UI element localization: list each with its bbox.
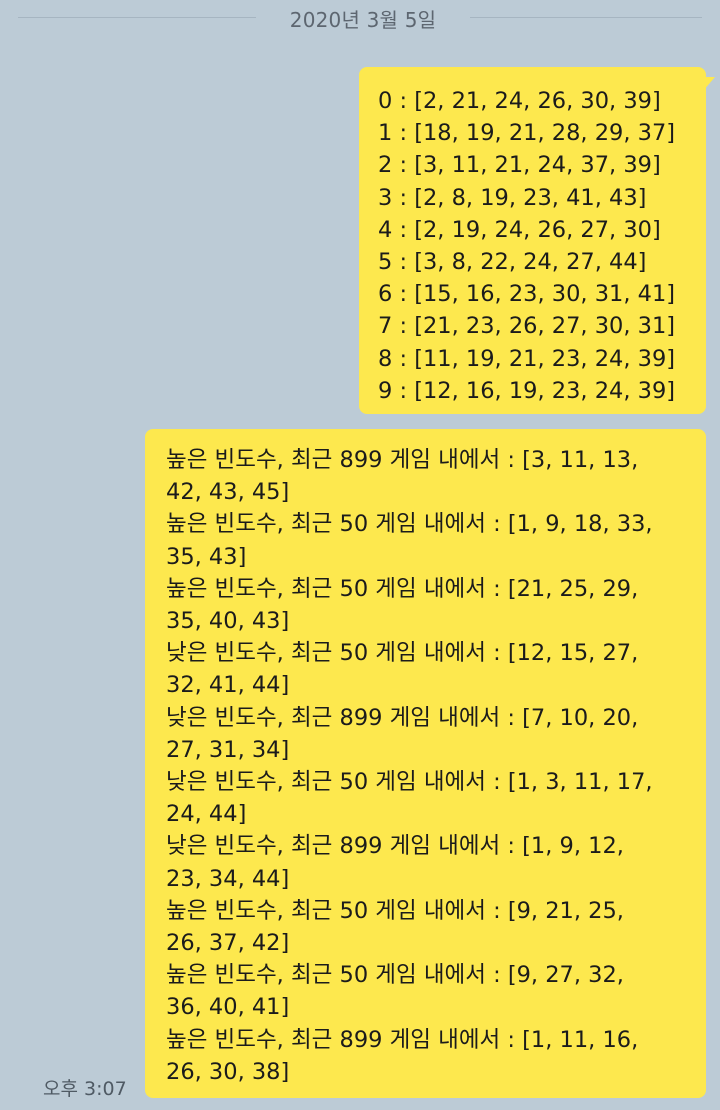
message-line: 3 : [2, 8, 19, 23, 41, 43] — [378, 184, 647, 211]
message-entry: 낮은 빈도수, 최근 899 게임 내에서 : [7, 10, 20, 27, … — [166, 702, 694, 766]
date-divider-line-right — [470, 17, 702, 18]
message-line: 42, 43, 45] — [166, 479, 290, 506]
message-line: 32, 41, 44] — [166, 672, 290, 699]
message-entry: 낮은 빈도수, 최근 50 게임 내에서 : [1, 3, 11, 17, 24… — [166, 766, 694, 830]
message-line: 5 : [3, 8, 22, 24, 27, 44] — [378, 249, 647, 276]
message-line: 36, 40, 41] — [166, 994, 290, 1021]
message-line: 높은 빈도수, 최근 899 게임 내에서 : [1, 11, 16, — [166, 1026, 639, 1053]
message-timestamp: 오후 3:07 — [43, 1078, 127, 1100]
message-line: 23, 34, 44] — [166, 865, 290, 892]
message-entry: 높은 빈도수, 최근 50 게임 내에서 : [9, 27, 32, 36, 4… — [166, 959, 694, 1023]
message-line: 높은 빈도수, 최근 899 게임 내에서 : [3, 11, 13, — [166, 447, 639, 473]
message-line: 26, 37, 42] — [166, 930, 290, 957]
message-line: 27, 31, 34] — [166, 736, 290, 763]
message-line: 7 : [21, 23, 26, 27, 30, 31] — [378, 313, 676, 340]
message-bubble-numbers[interactable]: 0 : [2, 21, 24, 26, 30, 39] 1 : [18, 19,… — [359, 67, 715, 414]
date-label: 2020년 3월 5일 — [289, 8, 437, 32]
message-line: 9 : [12, 16, 19, 23, 24, 39] — [378, 377, 676, 404]
message-line: 높은 빈도수, 최근 50 게임 내에서 : [9, 27, 32, — [166, 962, 624, 989]
message-line: 높은 빈도수, 최근 50 게임 내에서 : [21, 25, 29, — [166, 575, 639, 602]
message-line: 35, 40, 43] — [166, 608, 290, 635]
message-line: 35, 43] — [166, 543, 247, 570]
message-entry: 낮은 빈도수, 최근 899 게임 내에서 : [1, 9, 12, 23, 3… — [166, 830, 694, 894]
message-bubble-frequency[interactable]: 높은 빈도수, 최근 899 게임 내에서 : [3, 11, 13, 42, … — [145, 429, 706, 1098]
message-entry: 높은 빈도수, 최근 899 게임 내에서 : [1, 11, 16, 26, … — [166, 1024, 694, 1088]
message-line: 8 : [11, 19, 21, 23, 24, 39] — [378, 345, 676, 372]
message-line: 2 : [3, 11, 21, 24, 37, 39] — [378, 152, 661, 179]
message-line: 낮은 빈도수, 최근 50 게임 내에서 : [1, 3, 11, 17, — [166, 769, 653, 796]
message-line: 낮은 빈도수, 최근 899 게임 내에서 : [7, 10, 20, — [166, 704, 639, 731]
message-line: 높은 빈도수, 최근 50 게임 내에서 : [1, 9, 18, 33, — [166, 511, 653, 538]
message-line: 24, 44] — [166, 801, 247, 828]
date-divider: 2020년 3월 5일 — [0, 0, 720, 36]
date-divider-line-left — [18, 17, 256, 18]
message-line: 높은 빈도수, 최근 50 게임 내에서 : [9, 21, 25, — [166, 897, 624, 924]
message-line: 낮은 빈도수, 최근 50 게임 내에서 : [12, 15, 27, — [166, 640, 639, 667]
message-entry: 낮은 빈도수, 최근 50 게임 내에서 : [12, 15, 27, 32, … — [166, 637, 694, 701]
message-line: 1 : [18, 19, 21, 28, 29, 37] — [378, 120, 676, 147]
message-line: 4 : [2, 19, 24, 26, 27, 30] — [378, 216, 661, 243]
message-line: 0 : [2, 21, 24, 26, 30, 39] — [378, 88, 661, 114]
bubble-tail — [703, 77, 715, 91]
message-line: 26, 30, 38] — [166, 1058, 290, 1085]
message-line: 낮은 빈도수, 최근 899 게임 내에서 : [1, 9, 12, — [166, 833, 624, 860]
message-entry: 높은 빈도수, 최근 50 게임 내에서 : [9, 21, 25, 26, 3… — [166, 895, 694, 959]
message-entry: 높은 빈도수, 최근 50 게임 내에서 : [1, 9, 18, 33, 35… — [166, 508, 694, 572]
message-line: 6 : [15, 16, 23, 30, 31, 41] — [378, 281, 676, 308]
message-entry: 높은 빈도수, 최근 899 게임 내에서 : [3, 11, 13, 42, … — [166, 444, 694, 508]
message-entry: 높은 빈도수, 최근 50 게임 내에서 : [21, 25, 29, 35, … — [166, 573, 694, 637]
